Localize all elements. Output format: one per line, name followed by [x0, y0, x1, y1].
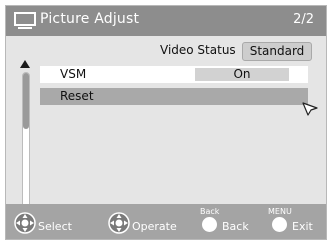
menu-item-label: VSM: [60, 67, 87, 81]
exit-label: Exit: [292, 220, 313, 233]
pointer-cursor-icon: [302, 102, 318, 116]
menu-item-vsm[interactable]: VSM On: [40, 66, 308, 83]
back-label: Back: [222, 220, 249, 233]
operate-label: Operate: [132, 220, 177, 233]
scrollbar[interactable]: [22, 72, 30, 219]
joystick-icon: [14, 212, 36, 234]
video-status-label: Video Status: [160, 43, 236, 57]
picture-adjust-dialog: Picture Adjust 2/2 Video Status Standard…: [5, 5, 327, 240]
scrollbar-thumb[interactable]: [23, 73, 29, 129]
osd-screen: Picture Adjust 2/2 Video Status Standard…: [0, 0, 335, 247]
joystick-icon: [108, 212, 130, 234]
circle-button-icon: [272, 217, 287, 232]
title-bar: Picture Adjust 2/2: [6, 6, 326, 36]
footer-bar: Select Operate Back Back MENU Exit: [6, 204, 326, 239]
tv-icon: [14, 12, 36, 29]
back-key-label: Back: [200, 207, 220, 216]
menu-key-label: MENU: [268, 207, 292, 216]
select-label: Select: [38, 220, 72, 233]
page-title: Picture Adjust: [40, 11, 140, 27]
page-indicator: 2/2: [293, 12, 314, 27]
menu-item-label: Reset: [60, 89, 94, 103]
menu-item-reset[interactable]: Reset: [40, 88, 308, 105]
video-status-value: Standard: [242, 42, 312, 61]
vsm-value[interactable]: On: [195, 68, 289, 81]
arrow-up-icon[interactable]: [20, 60, 30, 68]
circle-button-icon: [202, 217, 217, 232]
